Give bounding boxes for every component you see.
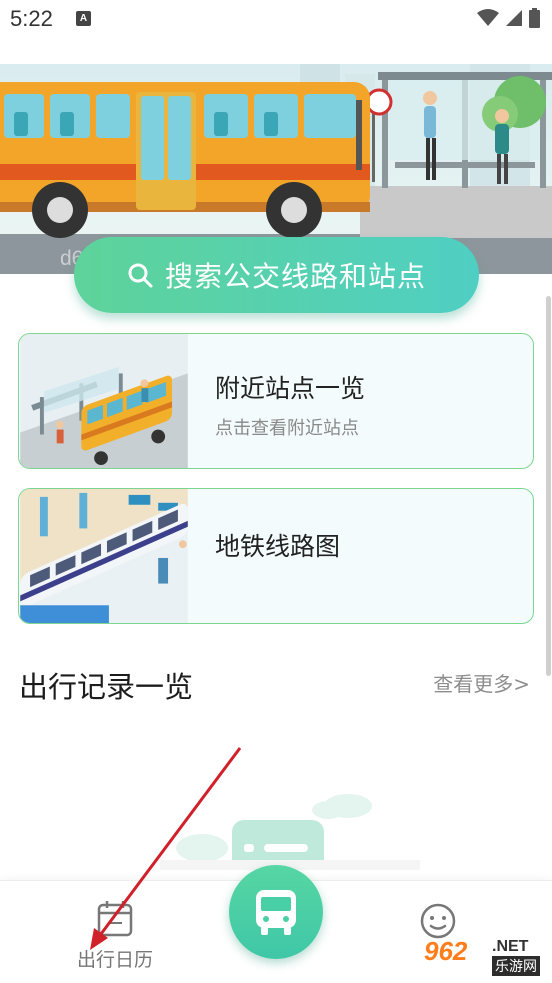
scrollbar[interactable] [546, 296, 551, 676]
bus-home-button[interactable] [229, 865, 323, 959]
nearby-stations-title: 附近站点一览 [215, 374, 366, 403]
watermark-number: 962 [424, 936, 468, 966]
nav-travel-calendar-label: 出行日历 [76, 949, 153, 971]
search-icon [128, 263, 153, 288]
battery-icon [529, 8, 540, 28]
watermark-chinese: 乐游网 [492, 956, 540, 976]
bus-icon [256, 890, 296, 935]
signal-icon [506, 10, 522, 26]
metro-map-title: 地铁线路图 [215, 532, 341, 561]
status-time: 5:22 [10, 6, 53, 31]
site-watermark-logo: 962 .NET 乐游网 [414, 934, 548, 978]
metro-map-card[interactable]: 地铁线路图 [18, 488, 534, 624]
records-section-title: 出行记录一览 [19, 670, 194, 704]
watermark-suffix: .NET [492, 938, 529, 955]
wifi-icon [477, 9, 499, 26]
status-icons [477, 8, 540, 28]
nearby-stations-card[interactable]: 附近站点一览 点击查看附近站点 [18, 333, 534, 469]
nearby-stations-subtitle: 点击查看附近站点 [215, 418, 359, 439]
metro-illustration [20, 489, 188, 623]
records-more-link[interactable]: 查看更多> [433, 668, 530, 697]
search-placeholder: 搜索公交线路和站点 [164, 260, 426, 293]
nav-travel-calendar[interactable]: 出行日历 [73, 899, 157, 972]
bus-stop-illustration [20, 334, 188, 468]
status-bar: 5:22 A [0, 0, 552, 40]
notification-icon: A [76, 11, 91, 26]
empty-records-illustration [160, 794, 420, 870]
calendar-icon [97, 901, 133, 937]
search-button[interactable]: 搜索公交线路和站点 [74, 237, 479, 313]
